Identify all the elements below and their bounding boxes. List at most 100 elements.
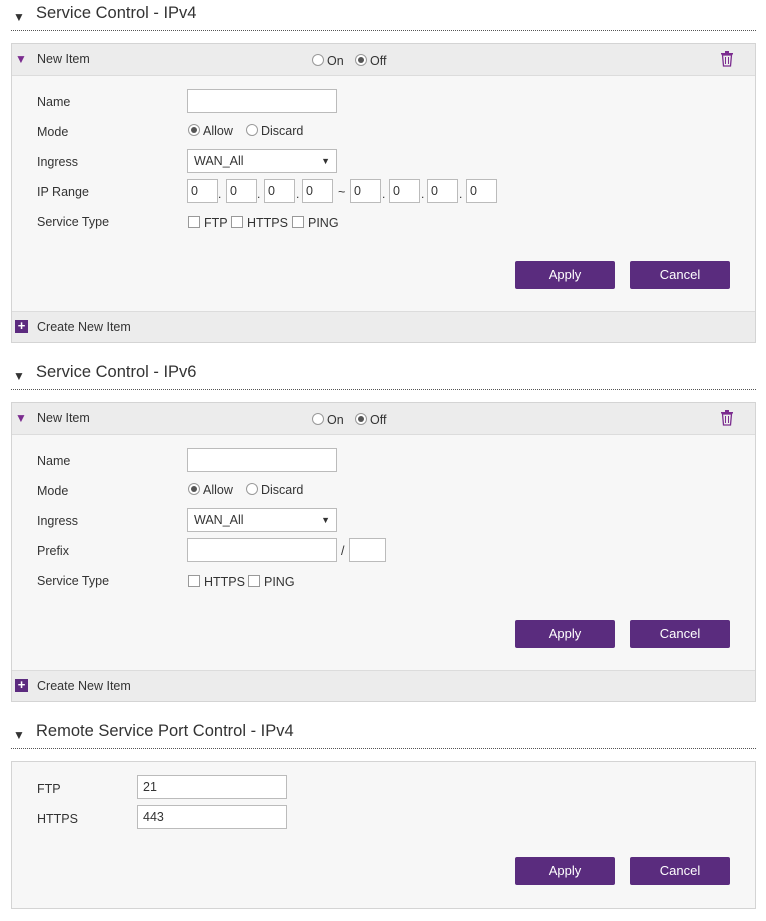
ftp-port-input[interactable]: 21 (137, 775, 287, 799)
service-checkbox-ping[interactable]: PING (292, 216, 339, 230)
triangle-down-icon[interactable]: ▼ (13, 369, 25, 383)
trash-icon[interactable] (720, 410, 734, 426)
ip-start-octet-4[interactable]: 0 (302, 179, 333, 203)
radio-checked-icon (188, 124, 200, 136)
radio-icon (246, 483, 258, 495)
triangle-down-icon[interactable]: ▼ (13, 10, 25, 24)
ip-end-octet-3[interactable]: 0 (427, 179, 458, 203)
name-label: Name (37, 454, 71, 468)
ip-dot: . (382, 187, 386, 201)
service-label: PING (264, 575, 295, 589)
off-radio[interactable]: Off (355, 54, 386, 68)
name-input[interactable] (187, 448, 337, 472)
checkbox-icon (248, 575, 260, 587)
radio-icon (312, 413, 324, 425)
service-control-ipv4-panel: ▼ New Item On Off Name Mode Allow Discar… (11, 43, 756, 343)
trash-icon[interactable] (720, 51, 734, 67)
create-new-item-bar[interactable]: + Create New Item (12, 670, 755, 701)
section-header-remote-port[interactable]: ▼ Remote Service Port Control - IPv4 (11, 722, 756, 749)
off-radio[interactable]: Off (355, 413, 386, 427)
apply-button[interactable]: Apply (515, 857, 615, 885)
create-new-item-bar[interactable]: + Create New Item (12, 311, 755, 342)
name-label: Name (37, 95, 71, 109)
ip-start-octet-2[interactable]: 0 (226, 179, 257, 203)
checkbox-icon (188, 216, 200, 228)
radio-checked-icon (355, 413, 367, 425)
service-label: HTTPS (247, 216, 288, 230)
apply-button[interactable]: Apply (515, 620, 615, 648)
radio-icon (246, 124, 258, 136)
service-checkbox-ping[interactable]: PING (248, 575, 295, 589)
cancel-button[interactable]: Cancel (630, 261, 730, 289)
item-header-bar: ▼ New Item On Off (12, 403, 755, 435)
triangle-down-icon[interactable]: ▼ (13, 728, 25, 742)
ingress-select[interactable]: WAN_All ▼ (187, 508, 337, 532)
radio-checked-icon (188, 483, 200, 495)
ingress-label: Ingress (37, 155, 78, 169)
discard-label: Discard (261, 124, 304, 138)
purple-triangle-icon[interactable]: ▼ (15, 411, 27, 425)
service-label: PING (308, 216, 339, 230)
plus-icon[interactable]: + (15, 678, 28, 692)
ip-end-octet-1[interactable]: 0 (350, 179, 381, 203)
mode-label: Mode (37, 125, 69, 139)
ip-end-octet-2[interactable]: 0 (389, 179, 420, 203)
apply-button[interactable]: Apply (515, 261, 615, 289)
discard-label: Discard (261, 483, 304, 497)
service-control-ipv6-panel: ▼ New Item On Off Name Mode Allow Discar… (11, 402, 756, 702)
plus-icon[interactable]: + (15, 319, 28, 333)
prefix-length-input[interactable] (349, 538, 386, 562)
service-label: FTP (204, 216, 228, 230)
https-port-label: HTTPS (37, 812, 78, 826)
remote-port-panel: FTP 21 HTTPS 443 Apply Cancel (11, 761, 756, 909)
section-header-ipv4[interactable]: ▼ Service Control - IPv4 (11, 4, 756, 31)
section-title: Remote Service Port Control - IPv4 (36, 722, 294, 740)
ip-dot: . (257, 187, 261, 201)
create-new-item-label: Create New Item (37, 679, 131, 693)
service-type-label: Service Type (37, 574, 110, 588)
purple-triangle-icon[interactable]: ▼ (15, 52, 27, 66)
off-label: Off (370, 413, 387, 427)
on-radio[interactable]: On (312, 413, 344, 427)
ip-dot: . (218, 187, 222, 201)
section-title: Service Control - IPv6 (36, 363, 197, 381)
range-separator: ~ (338, 185, 346, 199)
service-checkbox-ftp[interactable]: FTP (188, 216, 228, 230)
chevron-down-icon: ▼ (321, 515, 330, 525)
allow-radio[interactable]: Allow (188, 124, 233, 138)
ingress-select[interactable]: WAN_All ▼ (187, 149, 337, 173)
radio-checked-icon (355, 54, 367, 66)
ip-dot: . (459, 187, 463, 201)
chevron-down-icon: ▼ (321, 156, 330, 166)
section-header-ipv6[interactable]: ▼ Service Control - IPv6 (11, 363, 756, 390)
ingress-value: WAN_All (194, 154, 244, 168)
name-input[interactable] (187, 89, 337, 113)
item-label: New Item (37, 411, 90, 425)
prefix-separator: / (341, 544, 345, 558)
on-radio[interactable]: On (312, 54, 344, 68)
ingress-label: Ingress (37, 514, 78, 528)
prefix-label: Prefix (37, 544, 69, 558)
ip-start-octet-1[interactable]: 0 (187, 179, 218, 203)
https-port-input[interactable]: 443 (137, 805, 287, 829)
service-checkbox-https[interactable]: HTTPS (231, 216, 288, 230)
prefix-input[interactable] (187, 538, 337, 562)
cancel-button[interactable]: Cancel (630, 857, 730, 885)
discard-radio[interactable]: Discard (246, 124, 303, 138)
item-label: New Item (37, 52, 90, 66)
discard-radio[interactable]: Discard (246, 483, 303, 497)
ip-dot: . (296, 187, 300, 201)
service-checkbox-https[interactable]: HTTPS (188, 575, 245, 589)
allow-radio[interactable]: Allow (188, 483, 233, 497)
cancel-button[interactable]: Cancel (630, 620, 730, 648)
radio-icon (312, 54, 324, 66)
ingress-value: WAN_All (194, 513, 244, 527)
ftp-port-label: FTP (37, 782, 61, 796)
ip-start-octet-3[interactable]: 0 (264, 179, 295, 203)
on-label: On (327, 54, 344, 68)
section-title: Service Control - IPv4 (36, 4, 197, 22)
checkbox-icon (231, 216, 243, 228)
allow-label: Allow (203, 483, 233, 497)
off-label: Off (370, 54, 387, 68)
ip-end-octet-4[interactable]: 0 (466, 179, 497, 203)
